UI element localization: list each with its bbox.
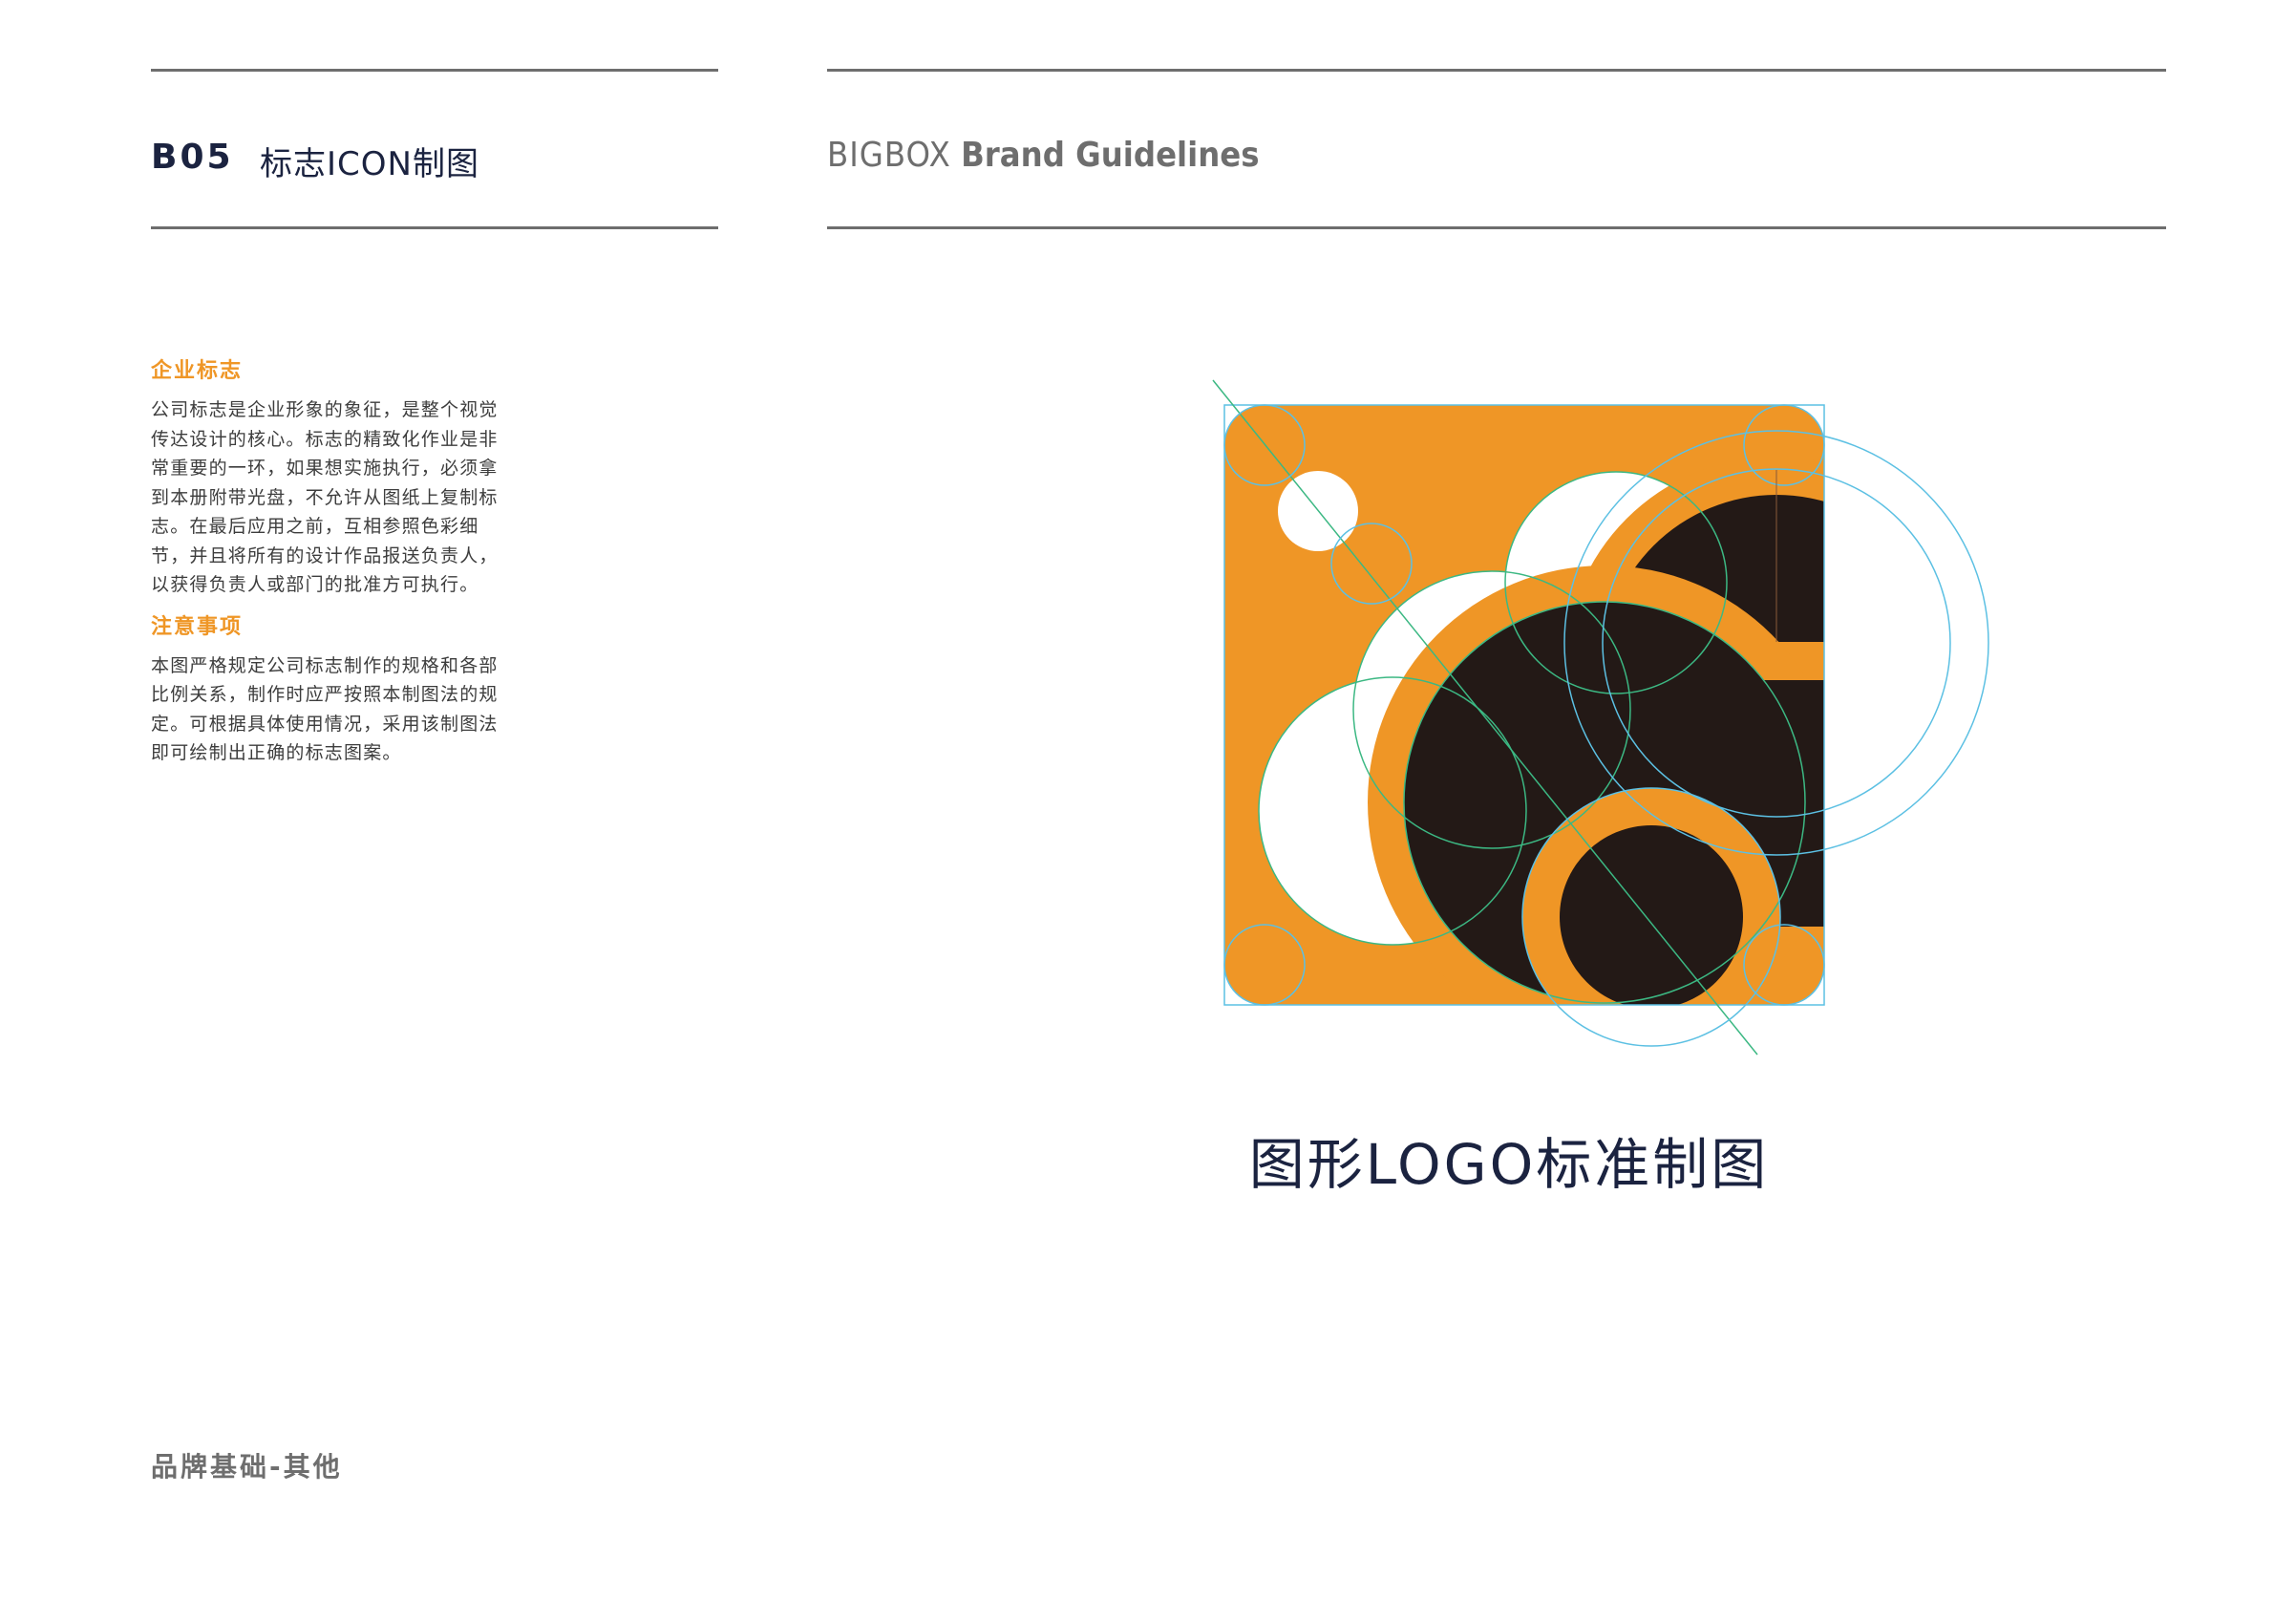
brand-header: BIGBOX Brand Guidelines [827, 136, 1260, 175]
logo-heading: 企业标志 [151, 359, 244, 383]
footer-section-label: 品牌基础-其他 [151, 1451, 343, 1483]
sidebar-notes: 企业标志 公司标志是企业形象的象征，是整个视觉 传达设计的核心。标志的精致化作业… [151, 355, 533, 779]
logo-description: 公司标志是企业形象的象征，是整个视觉 传达设计的核心。标志的精致化作业是非 常重… [151, 399, 499, 595]
header-rule-right-bottom [827, 226, 2166, 229]
notes-heading: 注意事项 [151, 614, 244, 639]
header-rule-left-top [151, 69, 718, 72]
header-rule-right-top [827, 69, 2166, 72]
logo-mark [1224, 405, 1824, 1005]
section-title: 标志ICON制图 [260, 145, 479, 183]
notes-description: 本图严格规定公司标志制作的规格和各部 比例关系，制作时应严按照本制图法的规 定。… [151, 654, 499, 764]
drawing-caption: 图形LOGO标准制图 [1248, 1132, 1770, 1197]
brand-subtitle: Brand Guidelines [961, 136, 1260, 175]
header-rule-left-bottom [151, 226, 718, 229]
logo-construction-drawing [1212, 379, 1989, 1056]
logo-dark-circle-bottom [1560, 825, 1743, 1005]
brand-name: BIGBOX [827, 136, 951, 175]
section-code: B05 [151, 138, 234, 177]
